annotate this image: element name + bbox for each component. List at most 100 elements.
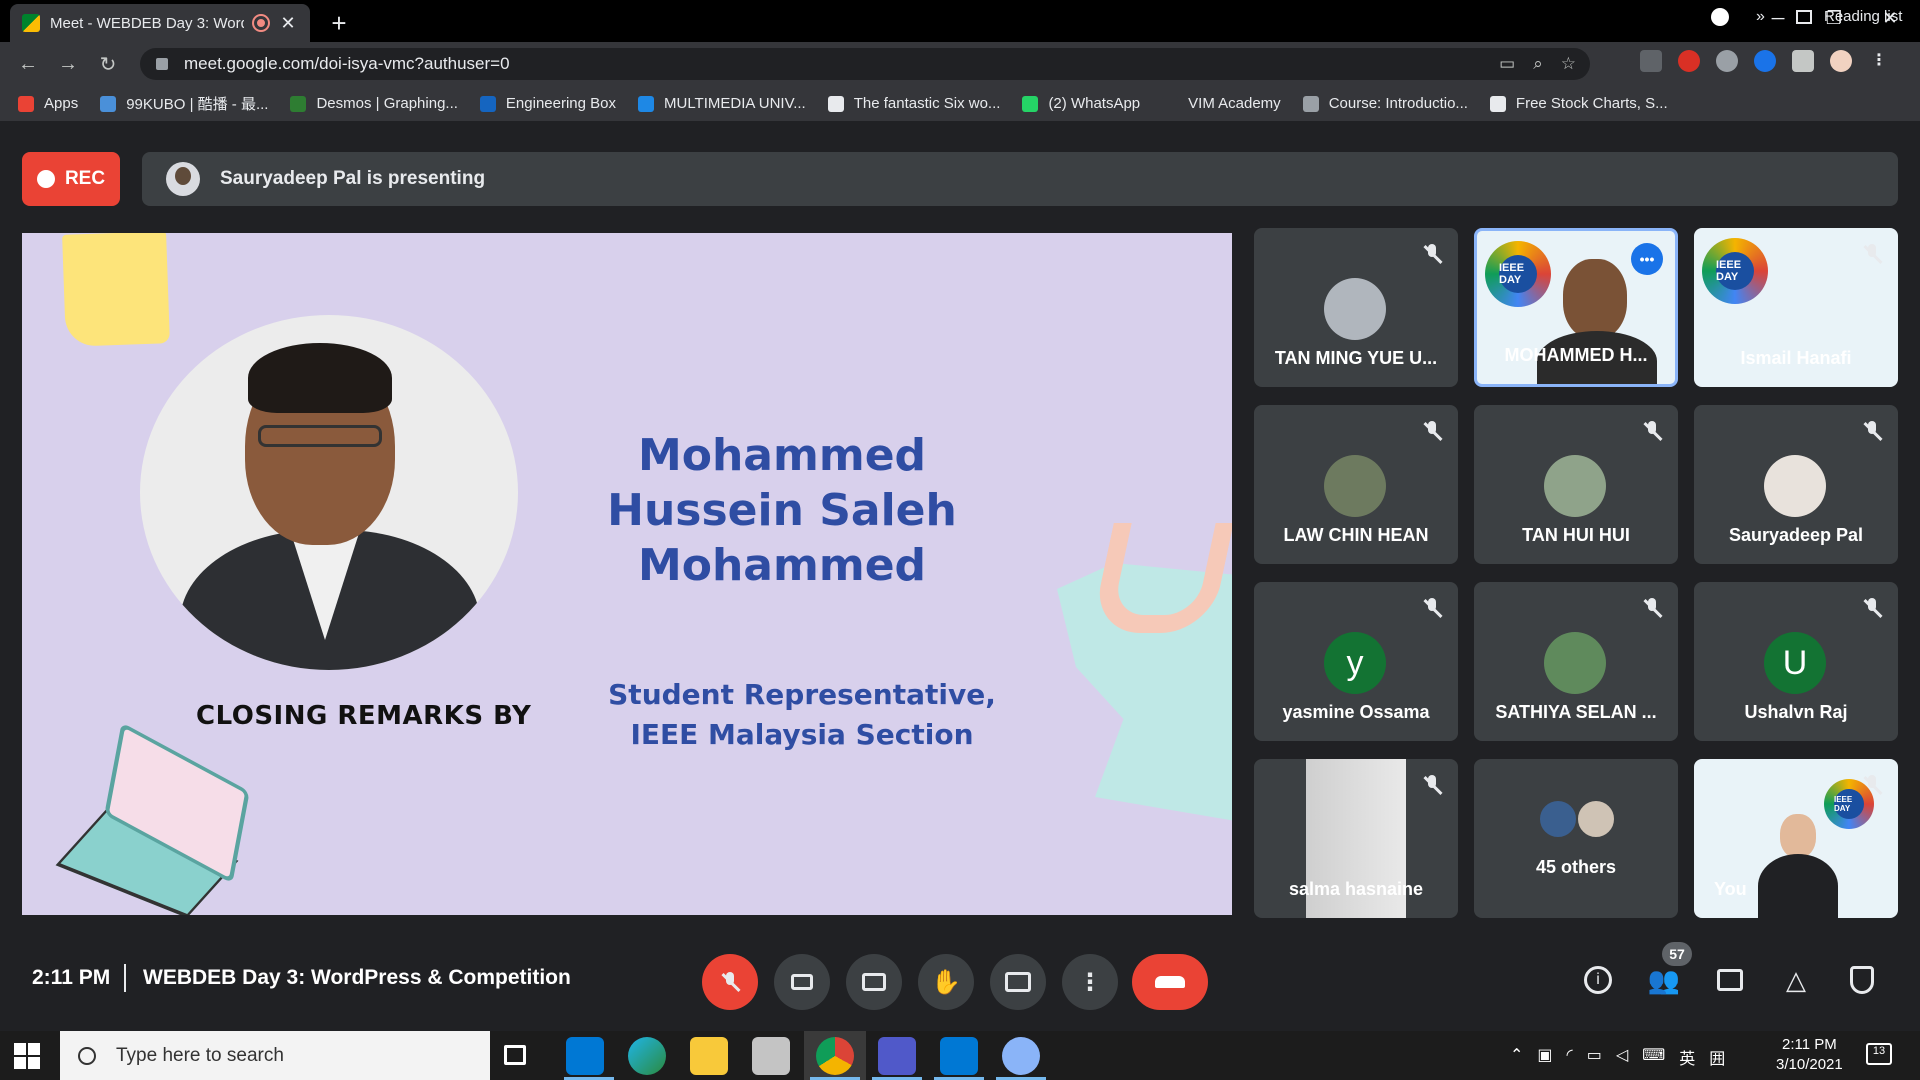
paint-app-icon[interactable] [1002, 1037, 1040, 1075]
participant-video-face [1563, 259, 1627, 339]
captions-button[interactable] [846, 954, 902, 1010]
participant-tile[interactable]: y yasmine Ossama [1254, 582, 1458, 741]
shield-lock-icon [1850, 966, 1874, 994]
bookmark-item[interactable]: The fantastic Six wo... [827, 95, 1000, 112]
extensions-puzzle-icon[interactable] [1792, 50, 1814, 72]
meeting-details-button[interactable]: i [1578, 960, 1618, 1000]
input-language-indicator[interactable]: 英 [1679, 1045, 1695, 1069]
speaker-role-line: Student Representative, [608, 678, 996, 711]
leave-call-button[interactable] [1132, 954, 1208, 1010]
windows-start-icon[interactable] [14, 1043, 40, 1069]
bookmark-item[interactable]: MULTIMEDIA UNIV... [638, 95, 806, 112]
wifi-icon[interactable]: ◜ [1567, 1045, 1573, 1069]
battery-icon[interactable]: ▭ [1587, 1045, 1602, 1069]
browser-menu-icon[interactable]: ⋮ [1868, 50, 1890, 72]
camera-icon[interactable]: ▭ [1499, 54, 1515, 74]
bookmark-item[interactable]: Engineering Box [479, 95, 616, 112]
new-tab-button[interactable]: + [324, 8, 354, 39]
notification-center-icon[interactable]: 13 [1866, 1043, 1892, 1065]
search-placeholder[interactable]: Type here to search [116, 1045, 284, 1067]
forward-button[interactable]: → [48, 53, 88, 76]
chrome-icon[interactable] [816, 1037, 854, 1075]
camera-toggle-button[interactable] [774, 954, 830, 1010]
vscode-icon[interactable] [940, 1037, 978, 1075]
participant-tile[interactable]: IEEE DAY ••• MOHAMMED H... [1474, 228, 1678, 387]
microsoft-store-icon[interactable] [752, 1037, 790, 1075]
present-now-button[interactable] [990, 954, 1046, 1010]
mic-muted-icon [1420, 773, 1444, 797]
participant-tile[interactable]: salma hasnaine [1254, 759, 1458, 918]
extension-voice-icon[interactable] [1754, 50, 1776, 72]
participant-tile[interactable]: IEEE DAY Ismail Hanafi [1694, 228, 1898, 387]
self-tile[interactable]: IEEE DAY You [1694, 759, 1898, 918]
participant-avatar [1764, 455, 1826, 517]
taskbar-search-box[interactable]: Type here to search [60, 1031, 490, 1080]
bookmark-item[interactable]: Apps [18, 95, 78, 112]
bookmark-label: Engineering Box [505, 95, 616, 112]
bookmark-label: Free Stock Charts, S... [1515, 95, 1668, 112]
browser-tab-meet[interactable]: Meet - WEBDEB Day 3: Word ✕ [10, 4, 310, 42]
edge-browser-icon[interactable] [628, 1037, 666, 1075]
volume-icon[interactable]: ◁ [1616, 1045, 1628, 1069]
participants-button[interactable]: 👥 [1644, 960, 1684, 1000]
more-options-button[interactable]: ⋮ [1062, 954, 1118, 1010]
participant-avatar: U [1764, 632, 1826, 694]
url-text[interactable]: meet.google.com/doi-isya-vmc?authuser=0 [184, 54, 510, 74]
back-button[interactable]: ← [8, 53, 48, 76]
bookmark-label: VIM Academy [1188, 95, 1281, 112]
meet-area: REC Sauryadeep Pal is presenting CLOSING… [0, 122, 1920, 1031]
bookmarks-more-button[interactable]: » [1756, 8, 1765, 26]
ime-mode-icon[interactable]: 囲 [1709, 1045, 1725, 1069]
bookmark-star-icon[interactable]: ☆ [1561, 54, 1576, 74]
closing-remarks-label: CLOSING REMARKS BY [196, 701, 532, 731]
task-view-icon[interactable] [504, 1045, 526, 1065]
participant-tile[interactable]: Sauryadeep Pal [1694, 405, 1898, 564]
extension-facebook-icon[interactable] [1640, 50, 1662, 72]
others-tile[interactable]: 45 others [1474, 759, 1678, 918]
keyboard-icon[interactable]: ⌨ [1642, 1045, 1665, 1069]
bookmark-favicon-icon [1302, 95, 1319, 112]
extension-cloud-icon[interactable] [1716, 50, 1738, 72]
bookmark-item[interactable]: (2) WhatsApp [1022, 95, 1140, 112]
file-explorer-icon[interactable] [690, 1037, 728, 1075]
meet-control-bar: 2:11 PM WEBDEB Day 3: WordPress & Compet… [0, 930, 1920, 1031]
bookmark-item[interactable]: VIM Academy [1162, 95, 1281, 112]
tray-screen-icon[interactable]: ▣ [1537, 1045, 1552, 1069]
teams-icon[interactable] [878, 1037, 916, 1075]
reading-list-button[interactable]: Reading list [1796, 8, 1902, 25]
participant-tile[interactable]: TAN MING YUE U... [1254, 228, 1458, 387]
activities-button[interactable]: △ [1776, 960, 1816, 1000]
reload-button[interactable]: ↻ [88, 52, 128, 77]
taskbar-clock[interactable]: 2:11 PM 3/10/2021 [1776, 1035, 1843, 1075]
host-controls-button[interactable] [1842, 960, 1882, 1000]
search-icon [78, 1046, 96, 1065]
chat-button[interactable] [1710, 960, 1750, 1000]
recording-indicator-icon [254, 16, 268, 30]
tray-overflow-icon[interactable]: ⌃ [1510, 1045, 1523, 1069]
extension-red-icon[interactable] [1678, 50, 1700, 72]
profile-dropdown-icon[interactable] [1700, 8, 1740, 31]
address-bar[interactable]: meet.google.com/doi-isya-vmc?authuser=0 … [140, 48, 1590, 80]
zoom-icon[interactable]: ⌕ [1533, 54, 1543, 74]
mic-muted-icon [1420, 242, 1444, 266]
microphone-toggle-button[interactable] [702, 954, 758, 1010]
bookmark-label: MULTIMEDIA UNIV... [664, 95, 806, 112]
bookmark-item[interactable]: Desmos | Graphing... [290, 95, 458, 112]
participant-avatar: y [1324, 632, 1386, 694]
lock-icon[interactable] [156, 58, 168, 70]
bookmark-item[interactable]: 99KUBO | 酷播 - 最... [100, 93, 268, 114]
participant-tile[interactable]: U Ushalvn Raj [1694, 582, 1898, 741]
participant-tile[interactable]: TAN HUI HUI [1474, 405, 1678, 564]
bookmark-item[interactable]: Free Stock Charts, S... [1489, 95, 1668, 112]
participant-tile[interactable]: LAW CHIN HEAN [1254, 405, 1458, 564]
raise-hand-button[interactable]: ✋ [918, 954, 974, 1010]
mic-muted-icon [1860, 419, 1884, 443]
mail-app-icon[interactable] [566, 1037, 604, 1075]
speaking-indicator-icon: ••• [1631, 243, 1663, 275]
bookmark-item[interactable]: Course: Introductio... [1302, 95, 1468, 112]
participant-tile[interactable]: SATHIYA SELAN ... [1474, 582, 1678, 741]
tab-close-icon[interactable]: ✕ [278, 13, 298, 34]
presenting-text: Sauryadeep Pal is presenting [220, 168, 486, 189]
hang-up-icon [1155, 976, 1185, 988]
profile-avatar[interactable] [1830, 50, 1852, 72]
